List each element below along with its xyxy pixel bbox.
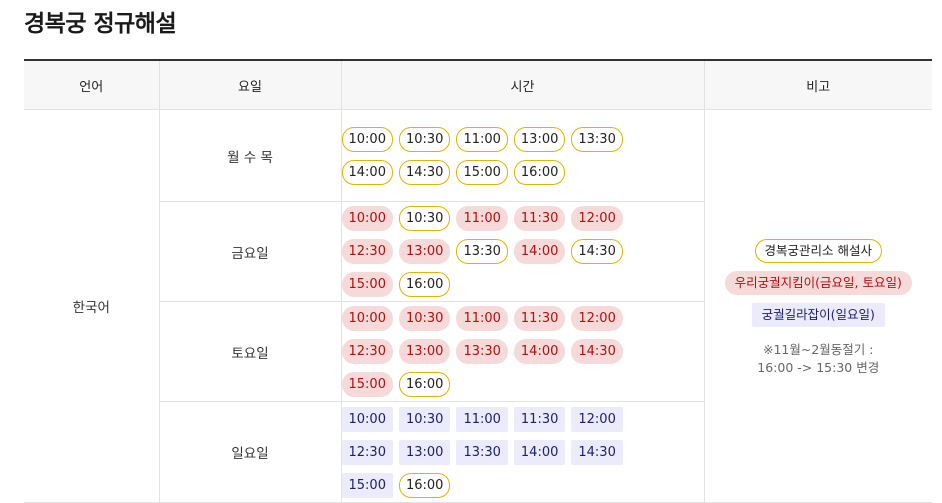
time-chip: 10:30 bbox=[398, 406, 451, 432]
time-cell: 10:00 10:30 11:00 11:30 12:00 12:30 13:00 13:30… bbox=[340, 401, 704, 503]
time-chip: 15:00 bbox=[341, 272, 393, 297]
time-chip: 11:30 bbox=[513, 206, 566, 231]
time-chip: 13:00 bbox=[513, 126, 566, 152]
time-chip: 14:00 bbox=[341, 159, 393, 185]
time-chip: 11:30 bbox=[513, 406, 566, 432]
table-header-row: 언어 요일 시간 비고 bbox=[24, 60, 932, 110]
time-chip: 16:00 bbox=[398, 472, 451, 498]
time-cell: 10:00 10:30 11:00 11:30 12:00 12:30 13:00 13:30… bbox=[340, 301, 704, 402]
time-cell: 10:00 10:30 11:00 13:00 13:30 14:00 14:30 15:00… bbox=[340, 109, 704, 202]
time-chip: 11:00 bbox=[456, 206, 508, 231]
winter-note-line1: ※11월~2월동절기 : bbox=[763, 342, 874, 357]
language-cell: 한국어 bbox=[24, 109, 159, 503]
time-chip: 13:00 bbox=[398, 439, 451, 465]
time-list: 10:00 10:30 11:00 13:00 13:30 14:00 14:30 15:00… bbox=[341, 123, 662, 189]
legend-badge-purple: 궁궐길라잡이(일요일) bbox=[751, 303, 885, 327]
time-chip: 13:00 bbox=[398, 239, 451, 264]
time-chip: 11:30 bbox=[513, 306, 566, 331]
time-chip: 10:30 bbox=[398, 306, 451, 331]
time-chip: 12:30 bbox=[341, 439, 393, 465]
schedule-table: 언어 요일 시간 비고 한국어 월 수 목 10:00 10:30 11:00 13:… bbox=[24, 59, 932, 503]
time-chip: 15:00 bbox=[341, 372, 393, 397]
header-notes: 비고 bbox=[703, 60, 932, 110]
legend-badge-red: 우리궁궐지킴이(금요일, 토요일) bbox=[724, 271, 912, 295]
time-chip: 12:00 bbox=[571, 206, 623, 231]
time-chip: 13:30 bbox=[571, 126, 623, 152]
time-list: 10:00 10:30 11:00 11:30 12:00 12:30 13:00 13:30… bbox=[341, 302, 662, 401]
notes-cell: 경복궁관리소 해설사 우리궁궐지킴이(금요일, 토요일) 궁궐길라잡이(일요일)… bbox=[703, 109, 933, 503]
time-chip: 11:00 bbox=[456, 306, 508, 331]
time-chip: 14:30 bbox=[398, 159, 451, 185]
time-chip: 10:00 bbox=[341, 306, 393, 331]
time-chip: 14:30 bbox=[571, 339, 623, 364]
winter-note-line2: 16:00 -> 15:30 변경 bbox=[757, 360, 880, 375]
time-chip: 10:30 bbox=[398, 206, 451, 231]
time-chip: 13:30 bbox=[456, 339, 508, 364]
time-list: 10:00 10:30 11:00 11:30 12:00 12:30 13:00 13:30… bbox=[341, 403, 662, 502]
time-chip: 11:00 bbox=[456, 126, 508, 152]
time-chip: 14:30 bbox=[571, 439, 623, 465]
time-chip: 13:30 bbox=[456, 239, 508, 264]
day-cell: 월 수 목 bbox=[158, 109, 341, 202]
time-chip: 14:00 bbox=[513, 439, 566, 465]
time-chip: 10:00 bbox=[341, 406, 393, 432]
time-chip: 10:00 bbox=[341, 206, 393, 231]
day-cell: 금요일 bbox=[158, 201, 341, 302]
header-language: 언어 bbox=[24, 60, 159, 110]
day-cell: 토요일 bbox=[158, 301, 341, 402]
time-cell: 10:00 10:30 11:00 11:30 12:00 12:30 13:00 13:30… bbox=[340, 201, 704, 302]
time-chip: 15:00 bbox=[341, 472, 393, 498]
table-row: 한국어 월 수 목 10:00 10:30 11:00 13:00 13:3014:00… bbox=[24, 109, 932, 503]
page-title: 경복궁 정규해설 bbox=[24, 11, 177, 37]
time-chip: 12:30 bbox=[341, 339, 393, 364]
time-chip: 16:00 bbox=[513, 159, 566, 185]
time-chip: 14:30 bbox=[571, 239, 623, 264]
time-chip: 16:00 bbox=[398, 272, 451, 297]
time-chip: 12:00 bbox=[571, 306, 623, 331]
time-chip: 16:00 bbox=[398, 372, 451, 397]
time-chip: 13:00 bbox=[398, 339, 451, 364]
time-chip: 14:00 bbox=[513, 339, 566, 364]
time-chip: 10:00 bbox=[341, 126, 393, 152]
time-chip: 11:00 bbox=[456, 406, 508, 432]
time-chip: 15:00 bbox=[456, 159, 508, 185]
time-chip: 13:30 bbox=[456, 439, 508, 465]
time-chip: 14:00 bbox=[513, 239, 566, 264]
day-cell: 일요일 bbox=[158, 401, 341, 503]
time-chip: 12:00 bbox=[571, 406, 623, 432]
header-time: 시간 bbox=[340, 60, 704, 110]
winter-note: ※11월~2월동절기 : 16:00 -> 15:30 변경 bbox=[705, 341, 933, 377]
time-list: 10:00 10:30 11:00 11:30 12:00 12:30 13:00 13:30… bbox=[341, 202, 662, 301]
header-day: 요일 bbox=[158, 60, 341, 110]
legend-badge-yellow: 경복궁관리소 해설사 bbox=[754, 239, 882, 263]
time-chip: 12:30 bbox=[341, 239, 393, 264]
time-chip: 10:30 bbox=[398, 126, 451, 152]
